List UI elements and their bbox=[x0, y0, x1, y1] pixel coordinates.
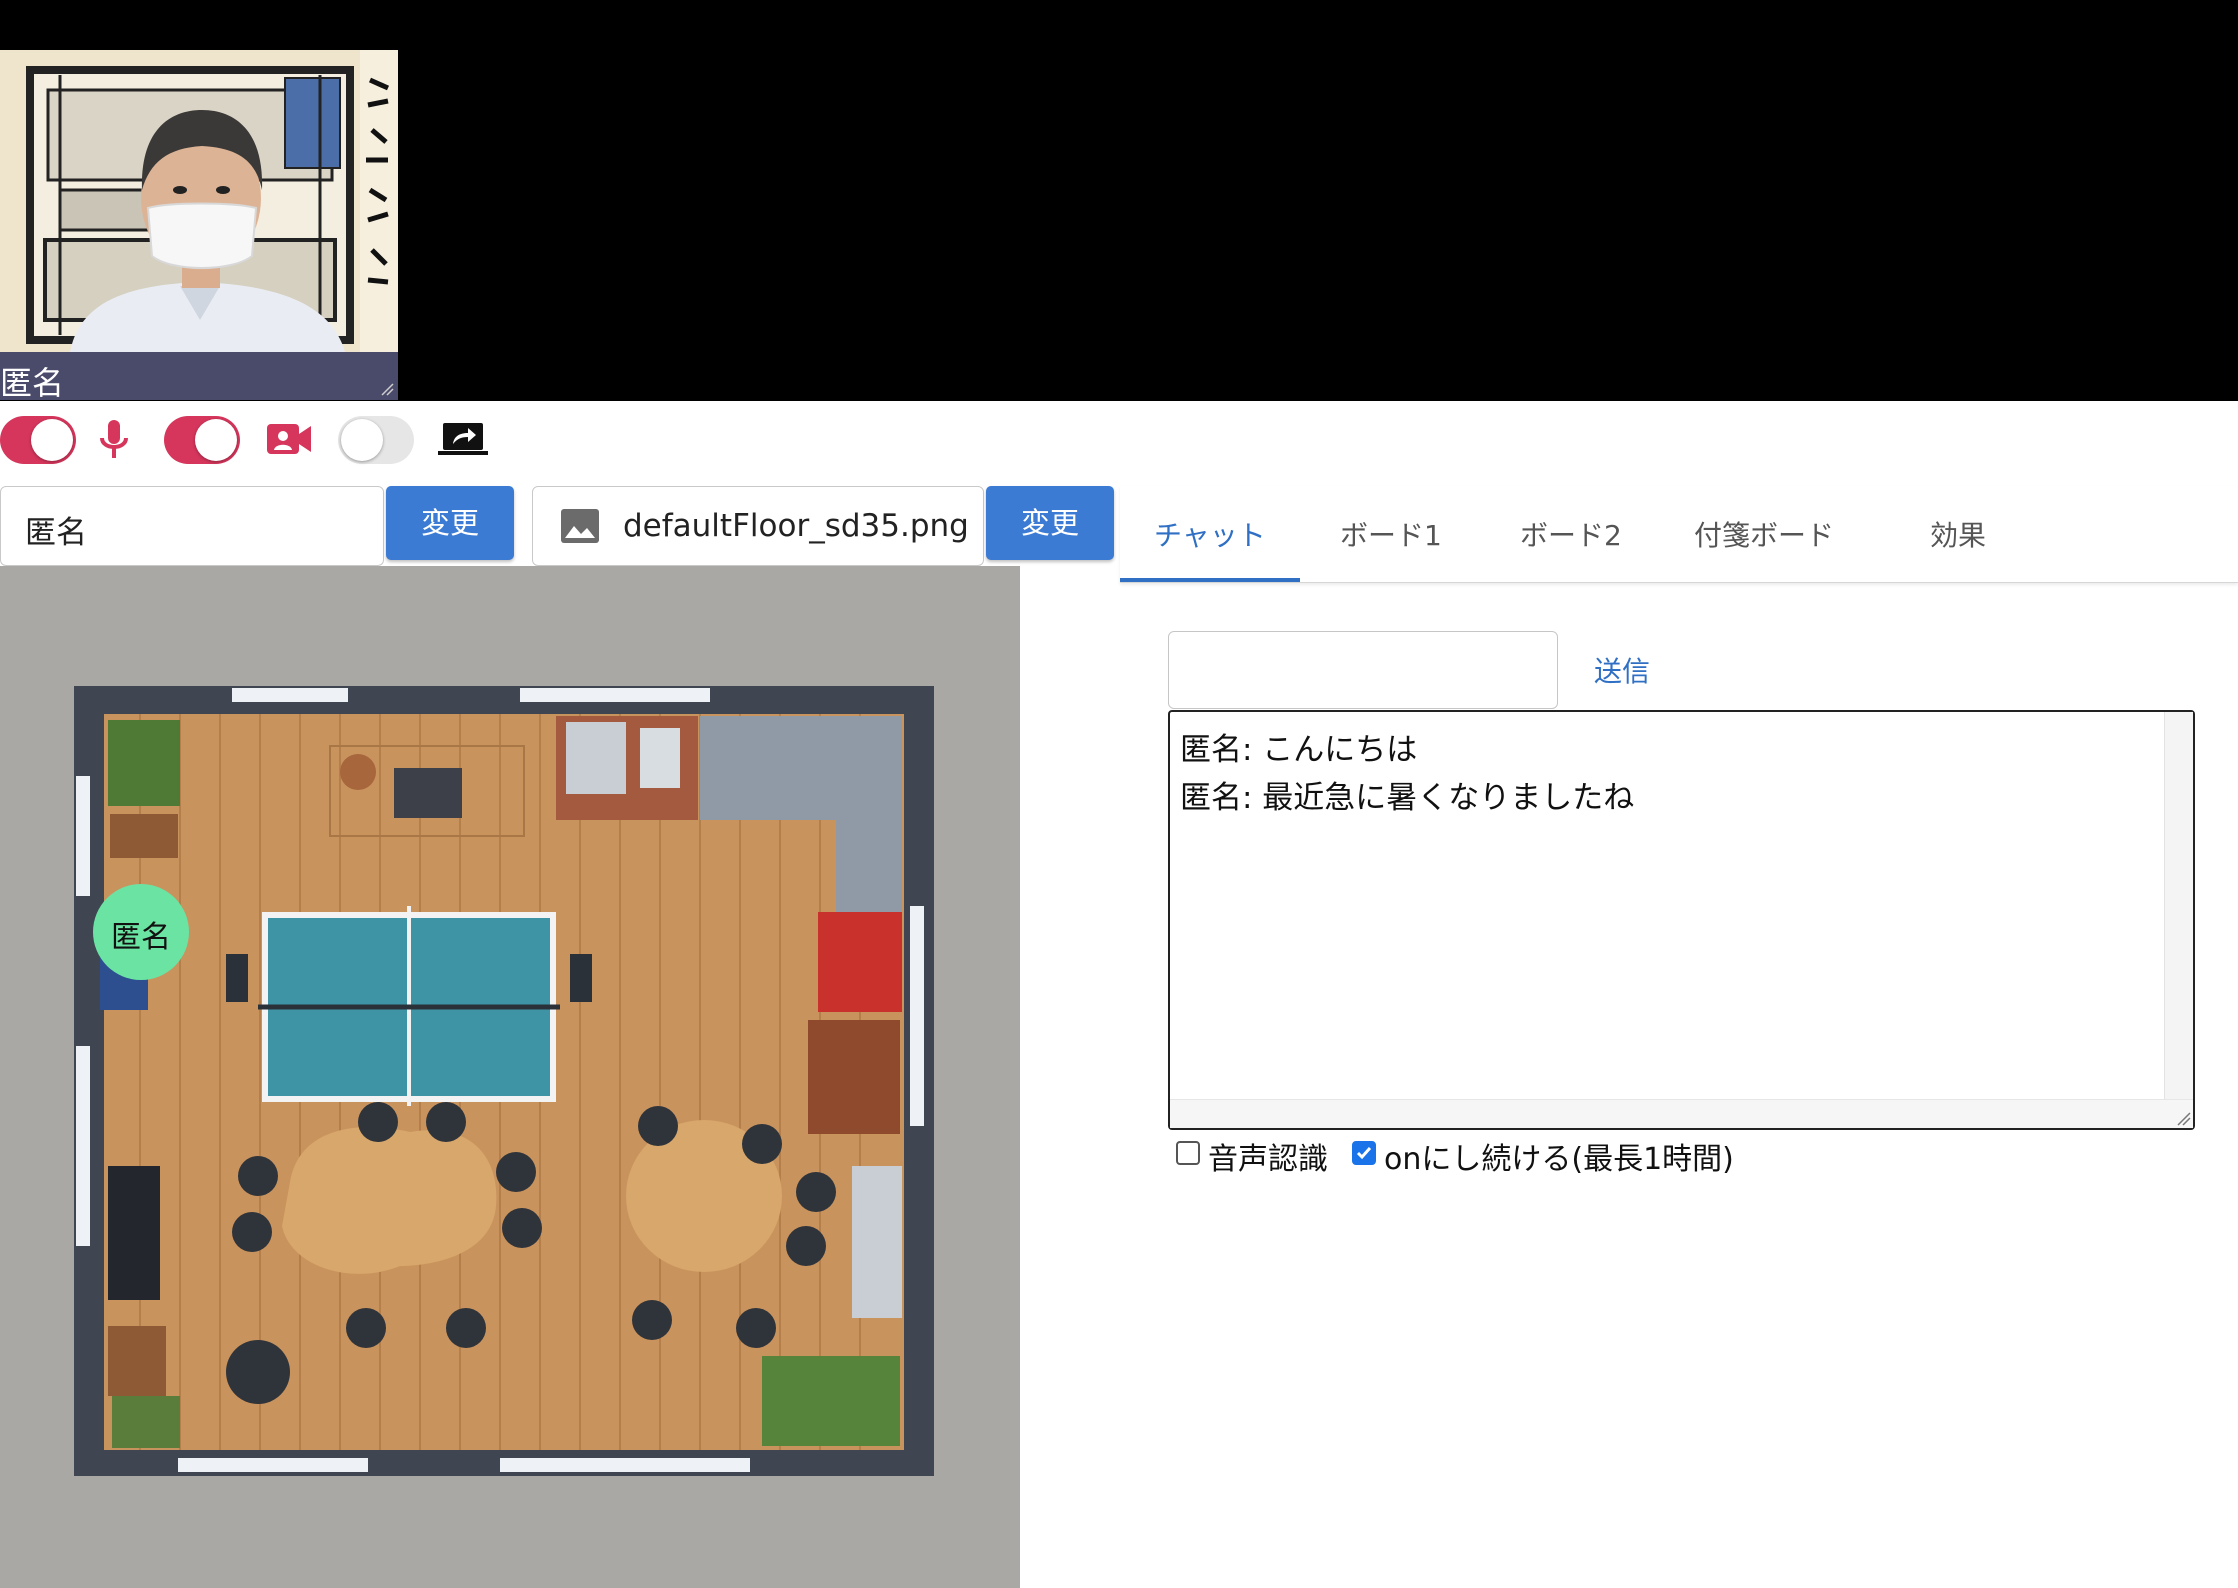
video-strip: 匿名 bbox=[0, 0, 2238, 402]
textarea-resize-icon[interactable] bbox=[2175, 1110, 2191, 1126]
participant-name: 匿名 bbox=[0, 364, 65, 402]
change-floor-button[interactable]: 変更 bbox=[986, 486, 1114, 560]
speech-recognition-checkbox[interactable] bbox=[1176, 1141, 1200, 1165]
name-input[interactable]: 匿名 bbox=[0, 486, 384, 566]
chat-log[interactable]: 匿名: こんにちは 匿名: 最近急に暑くなりましたね bbox=[1168, 710, 2195, 1130]
tab-bar: チャット ボード1 ボード2 付箋ボード 効果 bbox=[1120, 486, 2238, 583]
chat-horizontal-scrollbar[interactable] bbox=[1170, 1099, 2193, 1128]
change-name-button[interactable]: 変更 bbox=[386, 486, 514, 560]
chat-scrollbar[interactable] bbox=[2164, 712, 2193, 1128]
avatar-name: 匿名 bbox=[111, 920, 171, 955]
chat-message: 匿名: 最近急に暑くなりましたね bbox=[1180, 780, 1635, 816]
name-input-value: 匿名 bbox=[25, 515, 87, 551]
tab-sticky-board[interactable]: 付箋ボード bbox=[1694, 514, 1834, 554]
image-icon bbox=[561, 509, 599, 543]
keep-on-label: onにし続ける(最長1時間) bbox=[1384, 1142, 1734, 1177]
speech-recognition-label: 音声認識 bbox=[1208, 1142, 1328, 1177]
participant-name-bar: 匿名 bbox=[0, 352, 398, 402]
resize-handle-icon[interactable] bbox=[380, 382, 394, 396]
floor-map[interactable]: 匿名 bbox=[0, 566, 1020, 1588]
tab-board2[interactable]: ボード2 bbox=[1520, 514, 1622, 554]
camera-toggle[interactable] bbox=[164, 416, 240, 464]
mic-icon bbox=[100, 420, 128, 458]
tab-chat[interactable]: チャット bbox=[1154, 514, 1266, 554]
tab-board1[interactable]: ボード1 bbox=[1340, 514, 1442, 554]
checkmark-icon bbox=[1356, 1147, 1372, 1160]
screen-share-toggle[interactable] bbox=[338, 416, 414, 464]
floor-file-input[interactable]: defaultFloor_sd35.png bbox=[532, 486, 984, 566]
chat-message-input[interactable] bbox=[1168, 631, 1558, 709]
active-tab-indicator bbox=[1120, 578, 1300, 582]
tab-effects[interactable]: 効果 bbox=[1930, 514, 1986, 554]
keep-on-checkbox[interactable] bbox=[1352, 1141, 1376, 1165]
participant-video bbox=[0, 50, 398, 352]
send-button[interactable]: 送信 bbox=[1594, 650, 1650, 690]
user-avatar[interactable]: 匿名 bbox=[93, 884, 189, 980]
video-camera-icon bbox=[267, 424, 311, 454]
floor-file-name: defaultFloor_sd35.png bbox=[623, 508, 969, 544]
screen-share-icon bbox=[438, 423, 488, 455]
video-tile[interactable]: 匿名 bbox=[0, 0, 398, 402]
mic-toggle[interactable] bbox=[0, 416, 76, 464]
chat-message: 匿名: こんにちは bbox=[1180, 732, 1418, 768]
floor-plan-image bbox=[74, 686, 934, 1476]
